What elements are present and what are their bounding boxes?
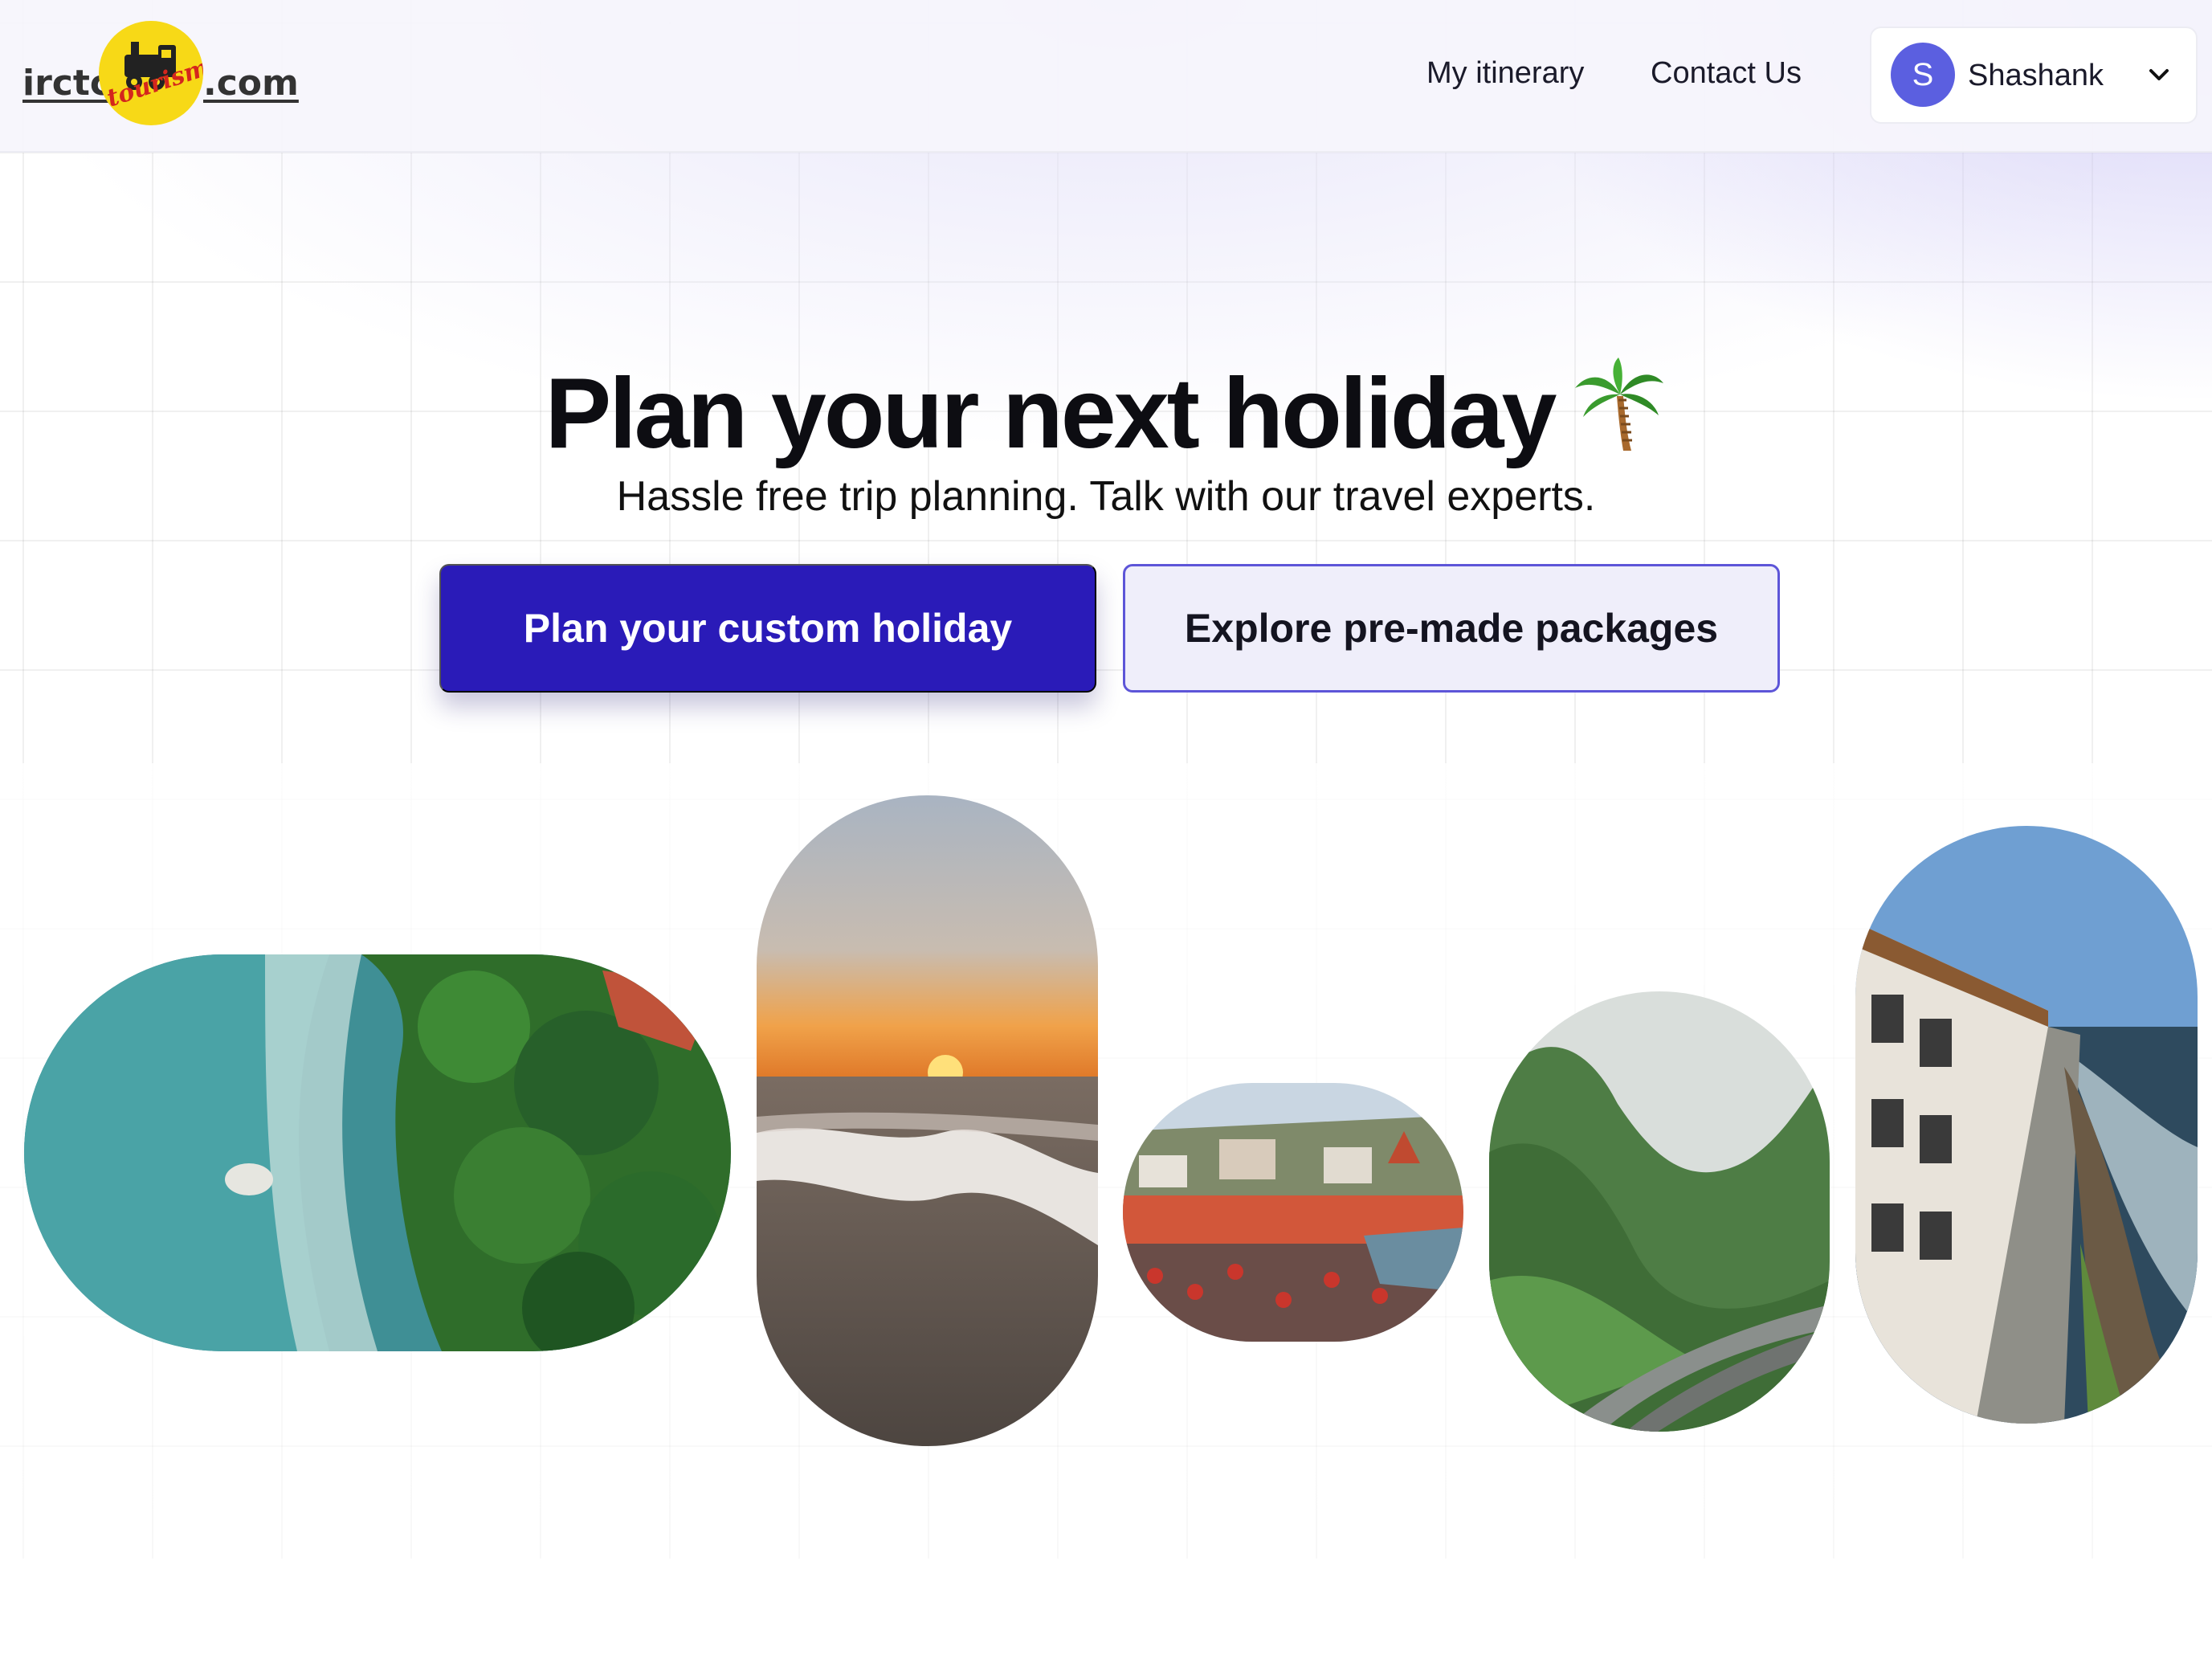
gallery-photo-valley	[1489, 991, 1830, 1432]
avatar: S	[1891, 43, 1955, 107]
user-menu[interactable]: S Shashank	[1870, 27, 2198, 124]
palm-tree-icon	[1575, 358, 1664, 452]
top-navbar: irctc tourism .com My itinerary Contact …	[0, 0, 2212, 153]
page-title: Plan your next holiday	[0, 356, 2212, 471]
plan-custom-holiday-button[interactable]: Plan your custom holiday	[439, 564, 1096, 693]
user-name: Shashank	[1968, 59, 2104, 92]
logo-badge: tourism	[99, 21, 203, 125]
explore-packages-button[interactable]: Explore pre-made packages	[1123, 564, 1780, 693]
page-bottom	[0, 1559, 2212, 1659]
page-title-text: Plan your next holiday	[545, 358, 1557, 470]
hero-subtitle: Hassle free trip planning. Talk with our…	[616, 473, 1596, 520]
gallery-photo-sunset	[757, 795, 1098, 1446]
logo-right-text: .com	[203, 63, 299, 104]
gallery-photo-ghats	[1123, 1083, 1463, 1342]
gallery-photo-resort	[1855, 826, 2198, 1424]
irctc-tourism-logo[interactable]: irctc tourism .com	[22, 21, 299, 129]
nav-contact-us[interactable]: Contact Us	[1651, 56, 1802, 91]
logo-left-text: irctc	[22, 63, 111, 104]
nav-my-itinerary[interactable]: My itinerary	[1426, 56, 1584, 91]
chevron-down-icon[interactable]	[2145, 60, 2173, 89]
gallery-photo-coastline	[24, 954, 731, 1351]
